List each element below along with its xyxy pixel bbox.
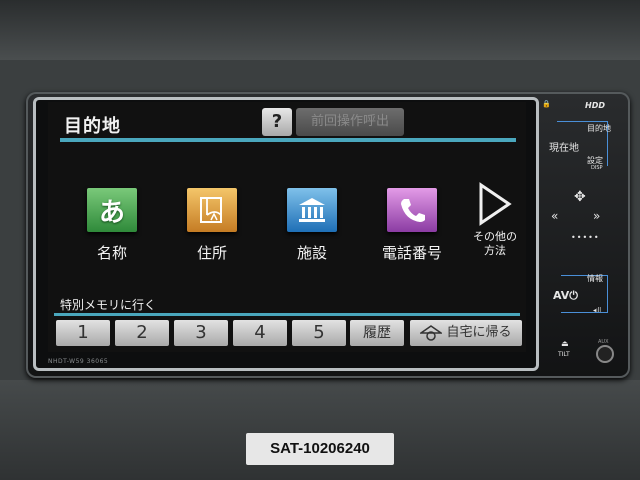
facility-building-svg — [299, 198, 325, 222]
phone-icon — [387, 188, 437, 232]
navigation-screen: 目的地 ? 前回操作呼出 あ 名称 住所 施設 電話番号 その他の 方法 特別メ… — [48, 102, 526, 352]
phone-svg — [401, 199, 425, 222]
category-label: 電話番号 — [381, 244, 442, 262]
other-methods-label-1: その他の — [473, 230, 517, 243]
category-phone-button[interactable]: 電話番号 — [372, 188, 452, 263]
facility-building-icon — [287, 188, 337, 232]
triangle-right-icon — [479, 182, 512, 226]
category-label: 名称 — [96, 244, 127, 262]
dots-icon: ••••• — [571, 233, 600, 242]
hdd-label: HDD — [585, 101, 605, 110]
destination-key[interactable]: 目的地 — [587, 123, 611, 134]
volume-icon[interactable]: ◂ıll — [593, 307, 601, 314]
scroll-left-icon[interactable]: « — [551, 209, 558, 223]
memory-button-3[interactable]: 3 — [174, 320, 228, 346]
tilt-label: TILT — [558, 351, 570, 358]
memory-button-1[interactable]: 1 — [56, 320, 110, 346]
av-label: AV — [553, 289, 570, 302]
category-facility-button[interactable]: 施設 — [272, 188, 352, 263]
category-label: 施設 — [296, 244, 327, 262]
memory-divider — [54, 313, 520, 316]
watermark-plate: SAT-10206240 — [246, 433, 394, 465]
current-location-key[interactable]: 現在地 — [549, 139, 579, 154]
category-name-button[interactable]: あ 名称 — [72, 188, 152, 263]
history-button[interactable]: 履歴 — [350, 320, 404, 346]
other-methods-button[interactable]: その他の 方法 — [466, 182, 524, 258]
other-methods-label-2: 方法 — [484, 244, 506, 257]
dashboard-top — [0, 0, 640, 60]
category-address-button[interactable]: 住所 — [172, 188, 252, 263]
go-home-label: 自宅に帰る — [446, 325, 512, 340]
hiragana-a-icon: あ — [87, 188, 137, 232]
help-button[interactable]: ? — [262, 108, 292, 136]
model-number: NHDT-W59 36065 — [48, 358, 109, 365]
go-home-button[interactable]: 自宅に帰る — [410, 320, 522, 346]
dashboard-bottom — [0, 380, 640, 480]
hiragana-glyph: あ — [98, 197, 125, 228]
lock-icon: 🔒 — [542, 100, 551, 108]
address-map-icon — [187, 188, 237, 232]
memory-button-5[interactable]: 5 — [292, 320, 346, 346]
av-power-key[interactable]: AV⏻ — [553, 289, 578, 303]
page-title: 目的地 — [64, 116, 121, 137]
title-divider — [60, 138, 516, 142]
move-cross-icon[interactable]: ✥ — [574, 189, 586, 205]
recall-previous-button[interactable]: 前回操作呼出 — [296, 108, 404, 136]
category-label: 住所 — [196, 244, 227, 262]
aux-jack[interactable] — [596, 345, 614, 363]
disp-label: DISP — [591, 165, 603, 171]
address-map-svg — [200, 197, 222, 223]
memory-button-4[interactable]: 4 — [233, 320, 287, 346]
eject-icon[interactable]: ⏏ — [561, 339, 569, 348]
hardware-button-panel: 🔒 HDD 目的地 現在地 設定 DISP ✥ « » ••••• 情報 AV⏻… — [537, 97, 625, 365]
home-icon — [420, 325, 443, 341]
power-icon: ⏻ — [569, 289, 578, 302]
scroll-right-icon[interactable]: » — [593, 209, 600, 223]
memory-label: 特別メモリに行く — [60, 298, 157, 312]
memory-button-2[interactable]: 2 — [115, 320, 169, 346]
info-key[interactable]: 情報 — [587, 273, 603, 284]
